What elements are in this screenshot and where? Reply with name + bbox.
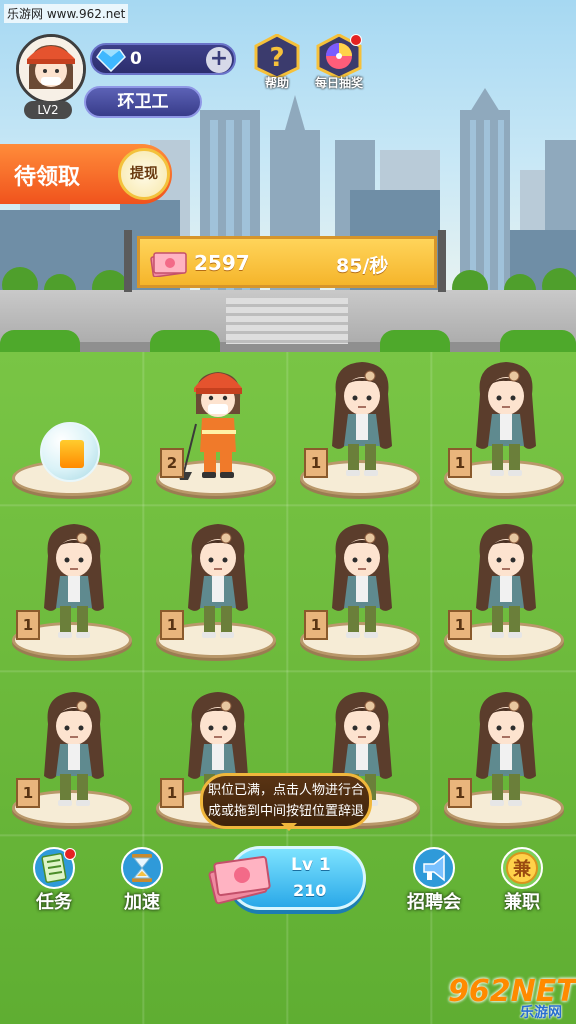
- speed-up-label: 加速: [124, 892, 160, 913]
- hire-cost: 210: [293, 881, 327, 900]
- hourglass-icon: [121, 847, 163, 889]
- worker-level-tag: 1: [16, 610, 40, 640]
- gem-counter: 0 +: [90, 43, 236, 75]
- worker-level-tag: 1: [448, 448, 472, 478]
- notification-dot: [64, 848, 76, 860]
- diamond-icon: [96, 49, 126, 72]
- watermark-bottom: 962NET 乐游网: [448, 974, 576, 1021]
- daily-lottery-label: 每日抽奖: [314, 76, 363, 90]
- svg-text:兼: 兼: [513, 858, 532, 880]
- speed-up-button[interactable]: 加速: [112, 846, 172, 914]
- tooltip-line-1: 职位已满，点击人物进行合: [207, 783, 364, 798]
- help-label: 帮助: [264, 76, 289, 90]
- plaza-stairs: [226, 298, 348, 344]
- cash-icon: [150, 252, 187, 277]
- girl-worker[interactable]: [34, 684, 114, 814]
- grid-cell-worker[interactable]: 1: [300, 508, 420, 658]
- girl-worker[interactable]: [322, 354, 402, 484]
- grid-cell-worker[interactable]: 1: [12, 676, 132, 826]
- billboard-post: [124, 230, 132, 292]
- job-title-button[interactable]: 环卫工: [84, 86, 202, 118]
- income-rate: 85/秒: [336, 255, 389, 277]
- girl-worker[interactable]: [466, 684, 546, 814]
- girl-worker[interactable]: [34, 516, 114, 646]
- worker-level-tag: 2: [160, 448, 184, 478]
- add-gems-button[interactable]: +: [206, 47, 232, 73]
- grid-cell-worker[interactable]: 1: [444, 346, 564, 496]
- billboard-post: [438, 230, 446, 292]
- notification-dot: [350, 34, 362, 46]
- worker-level-tag: 1: [448, 610, 472, 640]
- pending-label: 待领取: [14, 165, 81, 190]
- gem-count: 0: [130, 49, 142, 69]
- worker-level-tag: 1: [160, 610, 184, 640]
- worker-level-tag: 1: [304, 610, 328, 640]
- withdraw-button[interactable]: 提现: [118, 148, 170, 200]
- help-icon: ?: [254, 33, 300, 80]
- part-time-label: 兼职: [504, 892, 540, 913]
- megaphone-icon: [413, 847, 455, 889]
- part-time-coin-icon: 兼: [501, 847, 543, 889]
- worker-level-tag: 1: [304, 448, 328, 478]
- tasks-button[interactable]: 任务: [24, 846, 84, 914]
- grid-cell-worker[interactable]: 1: [156, 508, 276, 658]
- cash-stack-icon: [208, 855, 271, 905]
- red-packet-bubble[interactable]: [40, 422, 100, 482]
- player-level-badge: LV2: [24, 101, 72, 119]
- player-avatar[interactable]: [16, 34, 86, 104]
- grid-cell-worker[interactable]: 1: [444, 508, 564, 658]
- sweeper-worker[interactable]: [178, 354, 258, 484]
- grid-cell-worker[interactable]: 1: [444, 676, 564, 826]
- tooltip-line-2: 成或拖到中间按钮位置辞退: [207, 804, 364, 819]
- worker-level-tag: 1: [16, 778, 40, 808]
- girl-worker[interactable]: [178, 516, 258, 646]
- grid-cell-red-packet[interactable]: [12, 346, 132, 496]
- girl-worker[interactable]: [466, 354, 546, 484]
- worker-level-tag: 1: [448, 778, 472, 808]
- worker-level-tag: 1: [160, 778, 184, 808]
- job-fair-button[interactable]: 招聘会: [402, 846, 466, 914]
- money-amount: 2597: [194, 251, 250, 275]
- grid-cell-worker[interactable]: 1: [12, 508, 132, 658]
- tasks-label: 任务: [36, 892, 72, 913]
- merge-hint-tooltip: 职位已满，点击人物进行合 成或拖到中间按钮位置辞退: [200, 773, 372, 831]
- hire-level: Lv 1: [291, 855, 331, 875]
- girl-worker[interactable]: [322, 516, 402, 646]
- watermark-top: 乐游网 www.962.net: [4, 4, 129, 23]
- help-button[interactable]: ? 帮助: [248, 33, 306, 92]
- svg-text:?: ?: [269, 43, 284, 73]
- watermark-site: 乐游网: [520, 1005, 562, 1021]
- income-billboard: 2597 85/秒: [137, 236, 437, 288]
- part-time-button[interactable]: 兼 兼职: [492, 846, 552, 914]
- job-fair-label: 招聘会: [407, 892, 461, 913]
- grid-cell-worker[interactable]: 1: [300, 346, 420, 496]
- daily-lottery-button[interactable]: 每日抽奖: [310, 33, 368, 92]
- grid-cell-worker[interactable]: 2: [156, 346, 276, 496]
- red-packet-icon: [60, 440, 84, 468]
- girl-worker[interactable]: [466, 516, 546, 646]
